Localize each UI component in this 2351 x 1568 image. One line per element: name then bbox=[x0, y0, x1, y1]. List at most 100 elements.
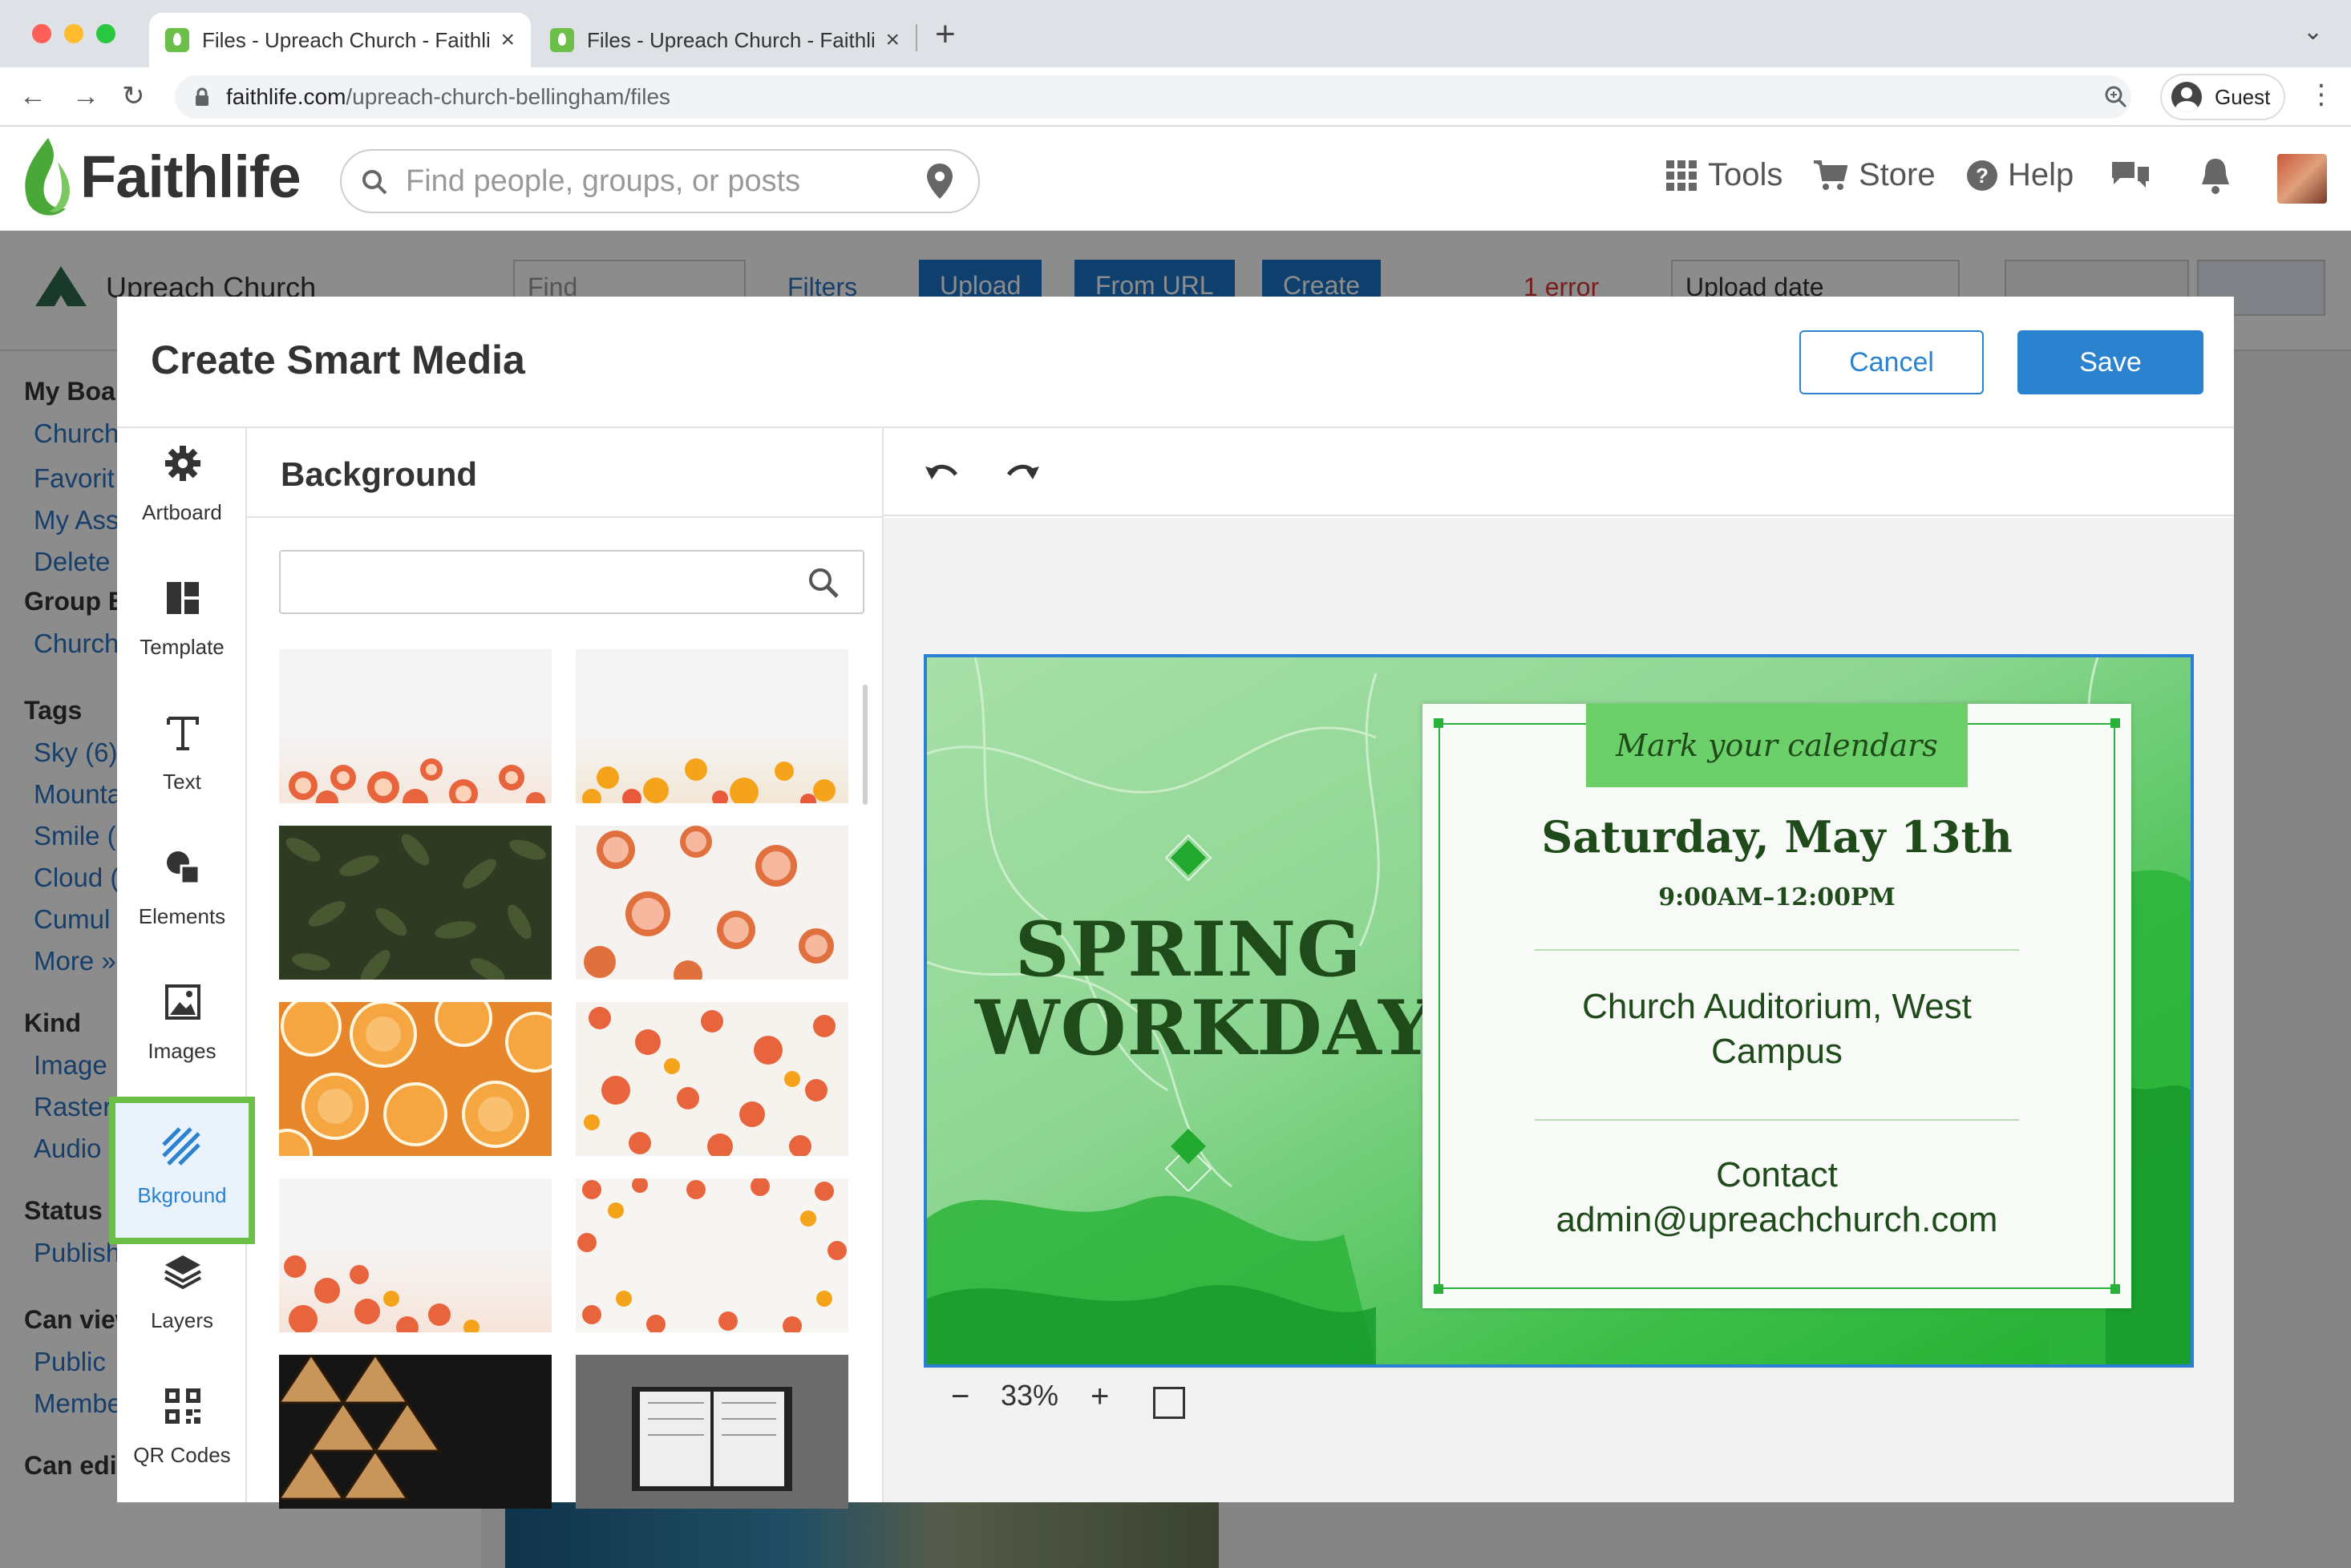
browser-menu-icon[interactable]: ⋮ bbox=[2308, 79, 2335, 111]
frame-corner bbox=[1434, 1284, 1443, 1294]
zoom-level: 33% bbox=[1001, 1379, 1059, 1412]
background-search-input[interactable] bbox=[279, 550, 864, 614]
background-thumbnail[interactable] bbox=[279, 649, 552, 803]
modal-header: Create Smart Media Cancel Save bbox=[117, 297, 2234, 428]
grapefruit-image bbox=[584, 826, 834, 980]
tab-close-icon[interactable]: × bbox=[500, 26, 515, 54]
tools-menu[interactable]: Tools bbox=[1666, 157, 1782, 193]
diamond-ornament-icon bbox=[1164, 1129, 1212, 1191]
event-location: Church Auditorium, West Campus bbox=[1582, 987, 1972, 1071]
background-thumbnail[interactable] bbox=[576, 649, 848, 803]
background-thumbnail[interactable] bbox=[576, 1355, 848, 1509]
script-label: Mark your calendars bbox=[1586, 704, 1968, 787]
profile-label: Guest bbox=[2215, 84, 2271, 109]
tool-rail: Artboard Template Text Elements Images B… bbox=[109, 428, 255, 1502]
tool-label: Layers bbox=[150, 1308, 214, 1332]
search-icon[interactable] bbox=[807, 566, 840, 600]
headline[interactable]: SPRING WORKDAY bbox=[975, 911, 1434, 1073]
tool-label: Images bbox=[148, 1039, 216, 1063]
background-thumbnail[interactable] bbox=[279, 1178, 552, 1332]
background-thumbnail[interactable] bbox=[279, 1002, 552, 1156]
tab-title: Files - Upreach Church - Faithlife bbox=[587, 27, 875, 52]
cancel-button[interactable]: Cancel bbox=[1799, 330, 1984, 394]
window-close-control[interactable] bbox=[32, 24, 51, 43]
window-zoom-control[interactable] bbox=[96, 24, 115, 43]
background-thumbnail[interactable] bbox=[279, 826, 552, 980]
background-panel: Background bbox=[247, 428, 884, 1509]
notifications-bell-icon[interactable] bbox=[2199, 157, 2232, 196]
triangles-image bbox=[279, 1355, 442, 1501]
background-thumbnail[interactable] bbox=[576, 826, 848, 980]
help-icon: ? bbox=[1967, 160, 1997, 191]
background-thumbnail[interactable] bbox=[576, 1002, 848, 1156]
contact-label: Contact bbox=[1716, 1155, 1838, 1194]
store-label: Store bbox=[1859, 157, 1936, 192]
tool-background[interactable]: Bkground bbox=[109, 1097, 255, 1244]
undo-icon[interactable] bbox=[924, 459, 961, 487]
address-bar[interactable]: faithlife.com/upreach-church-bellingham/… bbox=[175, 75, 2131, 119]
panel-scrollbar[interactable] bbox=[863, 685, 868, 805]
faithlife-flame-logo-icon[interactable] bbox=[21, 138, 74, 220]
citrus-slices-image bbox=[279, 1002, 552, 1156]
info-card[interactable]: Mark your calendars Saturday, May 13th 9… bbox=[1422, 704, 2131, 1308]
profile-button[interactable]: Guest bbox=[2160, 74, 2285, 120]
location-pin-icon[interactable] bbox=[925, 162, 954, 200]
tools-label: Tools bbox=[1708, 157, 1783, 192]
cart-icon bbox=[1814, 160, 1847, 190]
lock-icon bbox=[196, 87, 208, 106]
reload-icon[interactable]: ↻ bbox=[122, 80, 145, 112]
zoom-out-button[interactable]: − bbox=[951, 1379, 969, 1415]
panel-title: Background bbox=[281, 455, 478, 493]
tab-title: Files - Upreach Church - Faithlife bbox=[202, 27, 490, 52]
site-search-placeholder: Find people, groups, or posts bbox=[406, 164, 801, 198]
new-tab-icon[interactable]: + bbox=[935, 14, 956, 55]
tool-label: Text bbox=[163, 770, 201, 794]
headline-line-2: WORKDAY bbox=[975, 984, 1434, 1073]
card-divider bbox=[1535, 1119, 2019, 1121]
tab-search-chevron-icon[interactable]: ⌄ bbox=[2303, 18, 2323, 46]
zoom-indicator-icon[interactable] bbox=[2104, 85, 2128, 109]
oranges-image bbox=[582, 758, 836, 803]
background-thumbnail[interactable] bbox=[279, 1355, 552, 1509]
qr-code-icon bbox=[165, 1388, 200, 1424]
messages-icon[interactable] bbox=[2110, 159, 2151, 196]
browser-tab-2[interactable]: Files - Upreach Church - Faithlife × bbox=[534, 13, 916, 67]
forward-arrow-icon[interactable]: → bbox=[72, 80, 99, 112]
tab-separator bbox=[916, 24, 917, 51]
tool-elements[interactable]: Elements bbox=[117, 832, 247, 962]
tool-layers[interactable]: Layers bbox=[117, 1236, 247, 1366]
site-search-input[interactable]: Find people, groups, or posts bbox=[340, 149, 980, 213]
store-menu[interactable]: Store bbox=[1814, 157, 1936, 193]
contact-email: admin@upreachchurch.com bbox=[1556, 1200, 1998, 1239]
citrus-frame-image bbox=[577, 1178, 847, 1332]
frame-corner bbox=[2110, 718, 2120, 728]
save-button[interactable]: Save bbox=[2017, 330, 2203, 394]
background-thumbnail[interactable] bbox=[576, 1178, 848, 1332]
tool-images[interactable]: Images bbox=[117, 967, 247, 1097]
browser-tab-strip: Files - Upreach Church - Faithlife × Fil… bbox=[0, 0, 2351, 67]
tool-label: QR Codes bbox=[133, 1443, 231, 1467]
diamond-ornament-icon bbox=[1164, 834, 1212, 882]
image-icon bbox=[165, 984, 200, 1020]
tool-template[interactable]: Template bbox=[117, 563, 247, 693]
tool-artboard[interactable]: Artboard bbox=[117, 428, 247, 558]
help-menu[interactable]: ? Help bbox=[1966, 157, 2074, 193]
browser-toolbar: ← → ↻ faithlife.com/upreach-church-belli… bbox=[0, 67, 2351, 127]
faithlife-favicon-icon bbox=[550, 28, 574, 52]
browser-tab-1[interactable]: Files - Upreach Church - Faithlife × bbox=[149, 13, 531, 67]
tab-close-icon[interactable]: × bbox=[885, 26, 900, 54]
artboard[interactable]: SPRING WORKDAY Mark your calendars Satur… bbox=[924, 654, 2194, 1368]
fit-to-screen-icon[interactable] bbox=[1153, 1387, 1185, 1419]
tool-text[interactable]: Text bbox=[117, 697, 247, 827]
card-divider bbox=[1535, 949, 2019, 951]
window-minimize-control[interactable] bbox=[64, 24, 83, 43]
redo-icon[interactable] bbox=[1004, 459, 1041, 487]
faithlife-logo-text[interactable]: Faithlife bbox=[80, 143, 301, 211]
user-avatar[interactable] bbox=[2277, 154, 2327, 204]
zoom-in-button[interactable]: + bbox=[1091, 1379, 1109, 1415]
site-header: Faithlife Find people, groups, or posts … bbox=[0, 127, 2351, 231]
tool-qr-codes[interactable]: QR Codes bbox=[117, 1371, 247, 1501]
url-path: /upreach-church-bellingham/files bbox=[346, 84, 671, 109]
back-arrow-icon[interactable]: ← bbox=[19, 80, 47, 112]
citrus-scattered-image bbox=[584, 1007, 836, 1156]
